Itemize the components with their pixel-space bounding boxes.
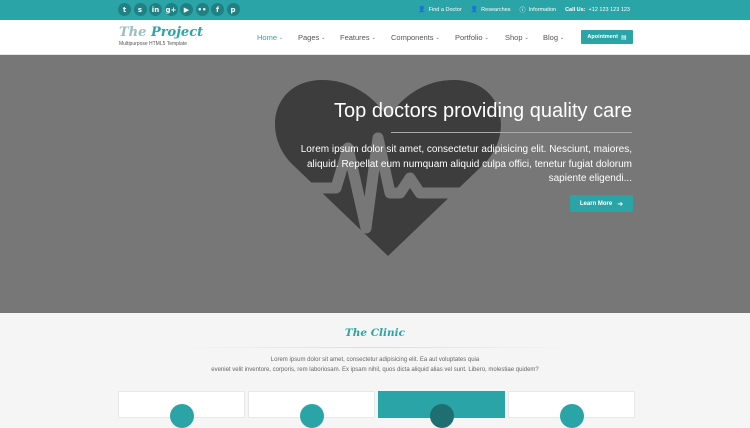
- appointment-label: Apointment: [587, 34, 618, 40]
- call-us: Call Us: +12 123 123 123: [565, 7, 630, 13]
- feature-card[interactable]: [248, 391, 375, 428]
- nav-item-label: Pages: [298, 33, 320, 42]
- logo-tagline: Multipurpose HTML5 Template: [119, 41, 187, 47]
- call-label: Call Us:: [565, 6, 586, 13]
- find-doctor-link[interactable]: 👤 Find a Doctor: [418, 6, 462, 13]
- linkedin-icon[interactable]: in: [149, 3, 162, 16]
- researches-link[interactable]: 👤 Researches: [471, 6, 511, 13]
- info-icon: ⓘ: [519, 7, 526, 14]
- hero-divider: [391, 132, 632, 133]
- feature-icon: [559, 404, 584, 428]
- clinic-text-line: eveniet velit inventore, corporis, rem l…: [211, 367, 539, 373]
- hero-title: Top doctors providing quality care: [334, 100, 632, 122]
- feature-icon: [299, 404, 324, 428]
- flickr-icon[interactable]: ••: [195, 3, 209, 16]
- clinic-divider: [175, 347, 575, 348]
- appointment-button[interactable]: Apointment ▤: [581, 30, 633, 44]
- facebook-icon[interactable]: f: [211, 3, 224, 16]
- nav-item-components[interactable]: Components ⌄: [391, 33, 440, 42]
- clinic-title: The Clinic: [344, 327, 406, 339]
- nav-item-pages[interactable]: Pages ⌄: [298, 33, 325, 42]
- twitter-icon[interactable]: t: [118, 3, 131, 16]
- googleplus-icon[interactable]: g+: [164, 3, 178, 16]
- chevron-down-icon: ⌄: [560, 35, 565, 41]
- nav-item-shop[interactable]: Shop ⌄: [505, 33, 529, 42]
- nav-item-label: Components: [391, 33, 434, 42]
- nav-item-home[interactable]: Home ⌄: [257, 33, 283, 42]
- chevron-down-icon: ⌄: [321, 35, 326, 41]
- hero-text: Lorem ipsum dolor sit amet, consectetur …: [300, 144, 632, 184]
- learn-more-button[interactable]: Learn More ➜: [570, 195, 633, 212]
- top-info: 👤 Find a Doctor 👤 Researches ⓘ Information …: [409, 5, 630, 14]
- nav-item-label: Portfolio: [455, 33, 483, 42]
- user-icon: 👤: [418, 6, 426, 13]
- chevron-down-icon: ⌄: [524, 35, 529, 41]
- clinic-section: The Clinic Lorem ipsum dolor sit amet, c…: [0, 313, 750, 428]
- call-number: +12 123 123 123: [588, 6, 630, 13]
- site-header: The Project Multipurpose HTML5 Template …: [0, 20, 750, 55]
- skype-icon[interactable]: s: [133, 3, 147, 16]
- logo-text: The Project: [119, 25, 203, 40]
- researches-label: Researches: [481, 6, 511, 13]
- arrow-right-icon: ➜: [617, 199, 624, 208]
- information-label: Information: [528, 6, 557, 13]
- clinic-text-line: Lorem ipsum dolor sit amet, consectetur …: [270, 357, 480, 363]
- feature-icon: [429, 404, 454, 428]
- feature-card[interactable]: [508, 391, 635, 428]
- nav-item-label: Shop: [505, 33, 523, 42]
- learn-more-label: Learn More: [579, 200, 613, 207]
- information-link[interactable]: ⓘ Information: [519, 5, 557, 15]
- top-bar: t s in g+ ▶ •• f p 👤 Find a Doctor 👤 Researches ⓘ…: [0, 0, 750, 20]
- chevron-down-icon: ⌄: [435, 35, 440, 41]
- chevron-down-icon: ⌄: [279, 35, 284, 41]
- nav-item-label: Features: [340, 33, 370, 42]
- feature-icon: [169, 404, 194, 428]
- nav-item-label: Home: [257, 33, 278, 42]
- feature-card[interactable]: [118, 391, 245, 428]
- nav-item-label: Blog: [543, 33, 559, 42]
- logo-the: The: [119, 25, 147, 40]
- find-doctor-label: Find a Doctor: [428, 6, 462, 13]
- nav-item-portfolio[interactable]: Portfolio ⌄: [455, 33, 489, 42]
- youtube-icon[interactable]: ▶: [180, 3, 193, 16]
- hero-banner: Top doctors providing quality care Lorem…: [0, 55, 750, 313]
- feature-card-active[interactable]: [378, 391, 505, 428]
- chevron-down-icon: ⌄: [371, 35, 376, 41]
- nav-item-features[interactable]: Features ⌄: [340, 33, 376, 42]
- logo[interactable]: The Project Multipurpose HTML5 Template: [119, 25, 203, 47]
- nav-item-blog[interactable]: Blog ⌄: [543, 33, 564, 42]
- logo-project: Project: [150, 25, 204, 40]
- calendar-icon: ▤: [620, 33, 627, 41]
- user-icon: 👤: [470, 6, 479, 13]
- clinic-description: Lorem ipsum dolor sit amet, consectetur …: [0, 355, 750, 375]
- pinterest-icon[interactable]: p: [226, 3, 240, 16]
- chevron-down-icon: ⌄: [484, 35, 489, 41]
- social-links: t s in g+ ▶ •• f p: [118, 3, 242, 16]
